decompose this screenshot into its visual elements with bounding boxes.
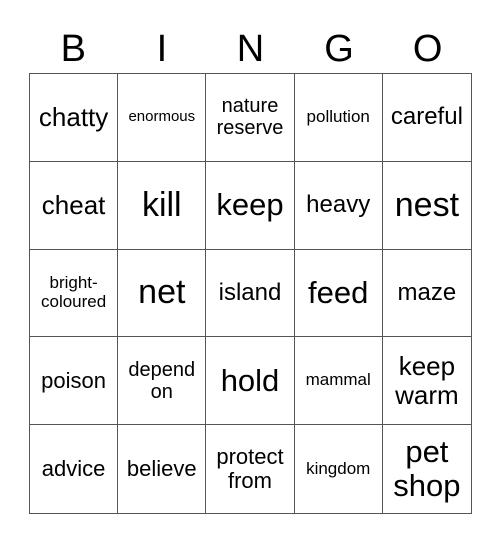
header-letter-b: B <box>60 28 86 70</box>
header-letter-n: N <box>236 28 265 70</box>
bingo-cell[interactable]: hold <box>206 337 295 426</box>
bingo-cell[interactable]: nest <box>382 162 471 250</box>
bingo-cell[interactable]: poison <box>30 337 119 426</box>
bingo-cell[interactable]: believe <box>118 425 207 513</box>
bingo-cell[interactable]: island <box>206 249 295 338</box>
bingo-cell[interactable]: mammal <box>294 337 383 426</box>
bingo-cell[interactable]: feed <box>294 249 383 338</box>
bingo-cell[interactable]: bright-coloured <box>30 249 119 338</box>
bingo-cell[interactable]: kingdom <box>295 425 383 513</box>
bingo-cell[interactable]: advice <box>30 425 119 513</box>
bingo-cell[interactable]: kill <box>118 161 207 250</box>
bingo-grid: chatty enormous nature reserve pollution car… <box>29 73 472 514</box>
bingo-cell[interactable]: keep <box>206 161 295 250</box>
bingo-cell[interactable]: pet shop <box>383 425 471 513</box>
bingo-cell[interactable]: heavy <box>294 161 383 250</box>
header-letter-o: O <box>412 28 443 70</box>
bingo-cell[interactable]: protect from <box>206 425 295 513</box>
bingo-cell[interactable]: depend on <box>118 337 207 426</box>
bingo-cell[interactable]: keep warm <box>382 337 471 426</box>
bingo-cell[interactable]: cheat <box>30 161 119 250</box>
bingo-cell[interactable]: maze <box>382 250 471 338</box>
header-letter-g: G <box>324 28 354 70</box>
bingo-header: B I N G O <box>29 26 472 72</box>
header-letter-i: I <box>156 28 168 70</box>
bingo-cell[interactable]: pollution <box>294 74 383 162</box>
bingo-cell[interactable]: net <box>118 249 207 338</box>
bingo-cell[interactable]: chatty <box>30 74 119 162</box>
bingo-cell[interactable]: enormous <box>118 74 207 162</box>
bingo-cell[interactable]: careful <box>382 74 471 162</box>
bingo-cell[interactable]: nature reserve <box>206 74 295 162</box>
